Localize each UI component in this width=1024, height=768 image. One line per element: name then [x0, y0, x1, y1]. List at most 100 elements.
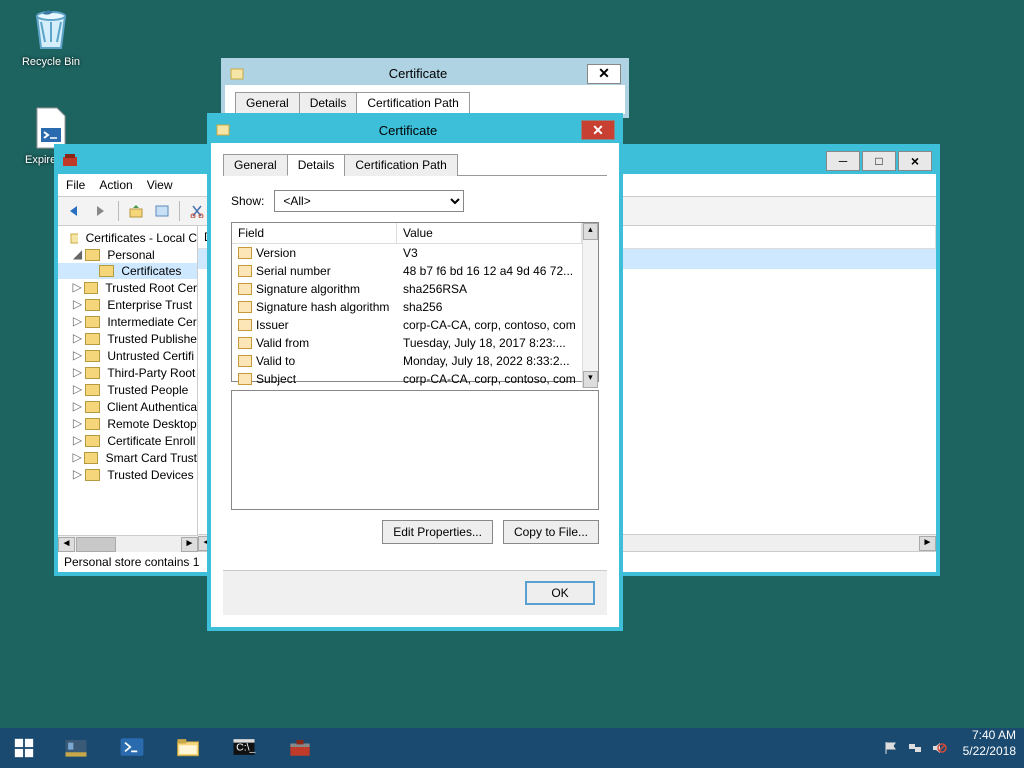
- field-row[interactable]: Issuer corp-CA-CA, corp, contoso, com: [232, 316, 582, 334]
- tab-details[interactable]: Details: [299, 92, 358, 114]
- col-field[interactable]: Field: [232, 223, 397, 244]
- tree-personal[interactable]: Personal: [107, 248, 154, 262]
- field-icon: [238, 373, 252, 385]
- show-select[interactable]: <All>: [274, 190, 464, 212]
- tree-node[interactable]: Enterprise Trust: [107, 298, 192, 312]
- field-row[interactable]: Signature algorithmsha256RSA: [232, 280, 582, 298]
- tree-node[interactable]: Intermediate Cer: [107, 315, 196, 329]
- field-row[interactable]: VersionV3: [232, 244, 582, 262]
- menu-view[interactable]: View: [147, 178, 173, 192]
- folder-icon: [84, 282, 98, 294]
- folder-icon: [85, 469, 100, 481]
- tab-details[interactable]: Details: [287, 154, 346, 176]
- tree-node[interactable]: Client Authentica: [107, 400, 197, 414]
- tree-node[interactable]: Trusted Root Cer: [105, 281, 197, 295]
- field-icon: [238, 265, 252, 277]
- clock-time: 7:40 AM: [963, 728, 1016, 744]
- taskbar-explorer[interactable]: [160, 728, 216, 768]
- cert-bg-title: Certificate: [251, 66, 585, 81]
- properties-button[interactable]: [151, 200, 173, 222]
- start-button[interactable]: [0, 728, 48, 768]
- field-row[interactable]: Signature hash algorithmsha256: [232, 298, 582, 316]
- field-icon: [238, 301, 252, 313]
- cert-icon: [229, 66, 245, 82]
- close-button[interactable]: ✕: [587, 64, 621, 84]
- svg-text:C:\_: C:\_: [236, 742, 255, 754]
- field-name: Valid from: [256, 336, 309, 350]
- taskbar: C:\_ 7:40 AM 5/22/2018: [0, 728, 1024, 768]
- field-icon: [238, 355, 252, 367]
- recycle-bin-label: Recycle Bin: [14, 56, 88, 68]
- tab-general[interactable]: General: [235, 92, 300, 114]
- taskbar-toolbox[interactable]: [272, 728, 328, 768]
- field-value: corp-CA-CA, corp, contoso, com: [397, 317, 582, 333]
- back-button[interactable]: [64, 200, 86, 222]
- folder-icon: [85, 435, 100, 447]
- detail-text-box[interactable]: [231, 390, 599, 510]
- show-label: Show:: [231, 194, 264, 208]
- tree-node[interactable]: Third-Party Root: [107, 366, 195, 380]
- cert-icon: [215, 122, 231, 138]
- expander-icon[interactable]: ◢: [72, 247, 83, 262]
- folder-icon: [85, 316, 100, 328]
- v-scrollbar[interactable]: ▴ ▾: [582, 223, 598, 388]
- field-row[interactable]: Valid toMonday, July 18, 2022 8:33:2...: [232, 352, 582, 370]
- folder-icon: [84, 452, 98, 464]
- maximize-button[interactable]: □: [862, 151, 896, 171]
- tray-network-icon[interactable]: [907, 740, 923, 756]
- field-icon: [238, 319, 252, 331]
- tree-node[interactable]: Certificate Enroll: [107, 434, 195, 448]
- taskbar-cmd[interactable]: C:\_: [216, 728, 272, 768]
- field-icon: [238, 247, 252, 259]
- tray-flag-icon[interactable]: [883, 740, 899, 756]
- field-name: Version: [256, 246, 296, 260]
- tree-root[interactable]: Certificates - Local C: [86, 231, 197, 245]
- col-value[interactable]: Value: [397, 223, 582, 244]
- cut-button[interactable]: [186, 200, 208, 222]
- tree-node[interactable]: Trusted Devices: [107, 468, 193, 482]
- field-list[interactable]: Field Value VersionV3Serial number48 b7 …: [231, 222, 599, 382]
- tree-node[interactable]: Untrusted Certifi: [107, 349, 194, 363]
- field-name: Issuer: [256, 318, 289, 332]
- tree-node[interactable]: Smart Card Trust: [106, 451, 197, 465]
- up-button[interactable]: [125, 200, 147, 222]
- cert-root-icon: [70, 231, 78, 245]
- edit-properties-button[interactable]: Edit Properties...: [382, 520, 493, 544]
- close-button[interactable]: ✕: [581, 120, 615, 140]
- clock-date: 5/22/2018: [963, 744, 1016, 760]
- tab-cert-path[interactable]: Certification Path: [344, 154, 457, 176]
- taskbar-server-manager[interactable]: [48, 728, 104, 768]
- forward-button[interactable]: [90, 200, 112, 222]
- tree-h-scrollbar[interactable]: ◄►: [58, 535, 198, 552]
- expander-icon[interactable]: ▷: [72, 280, 82, 295]
- ok-button[interactable]: OK: [525, 581, 595, 605]
- tray-volume-icon[interactable]: [931, 740, 947, 756]
- field-name: Valid to: [256, 354, 295, 368]
- tree-node[interactable]: Trusted People: [107, 383, 188, 397]
- folder-icon: [85, 350, 100, 362]
- field-value: corp-CA-CA, corp, contoso, com: [397, 371, 582, 387]
- folder-icon: [85, 333, 100, 345]
- recycle-bin-icon[interactable]: Recycle Bin: [14, 6, 88, 68]
- field-icon: [238, 337, 252, 349]
- folder-icon: [99, 265, 114, 277]
- field-row[interactable]: Serial number48 b7 f6 bd 16 12 a4 9d 46 …: [232, 262, 582, 280]
- minimize-button[interactable]: ─: [826, 151, 860, 171]
- tab-cert-path[interactable]: Certification Path: [356, 92, 469, 114]
- tree-node[interactable]: Trusted Publishe: [107, 332, 197, 346]
- tree-pane[interactable]: Certificates - Local C ◢ Personal Certif…: [58, 226, 198, 551]
- tree-node[interactable]: Remote Desktop: [107, 417, 196, 431]
- copy-to-file-button[interactable]: Copy to File...: [503, 520, 599, 544]
- tab-general[interactable]: General: [223, 154, 288, 176]
- menu-action[interactable]: Action: [99, 178, 132, 192]
- field-row[interactable]: Valid fromTuesday, July 18, 2017 8:23:..…: [232, 334, 582, 352]
- field-icon: [238, 283, 252, 295]
- field-row[interactable]: Subjectcorp-CA-CA, corp, contoso, com: [232, 370, 582, 388]
- close-button[interactable]: ×: [898, 151, 932, 171]
- taskbar-clock[interactable]: 7:40 AM 5/22/2018: [955, 728, 1024, 768]
- taskbar-powershell[interactable]: [104, 728, 160, 768]
- menu-file[interactable]: File: [66, 178, 85, 192]
- cert-dialog: Certificate ✕ General Details Certificat…: [207, 113, 623, 631]
- field-value: sha256: [397, 299, 582, 315]
- tree-certificates[interactable]: Certificates: [121, 264, 181, 278]
